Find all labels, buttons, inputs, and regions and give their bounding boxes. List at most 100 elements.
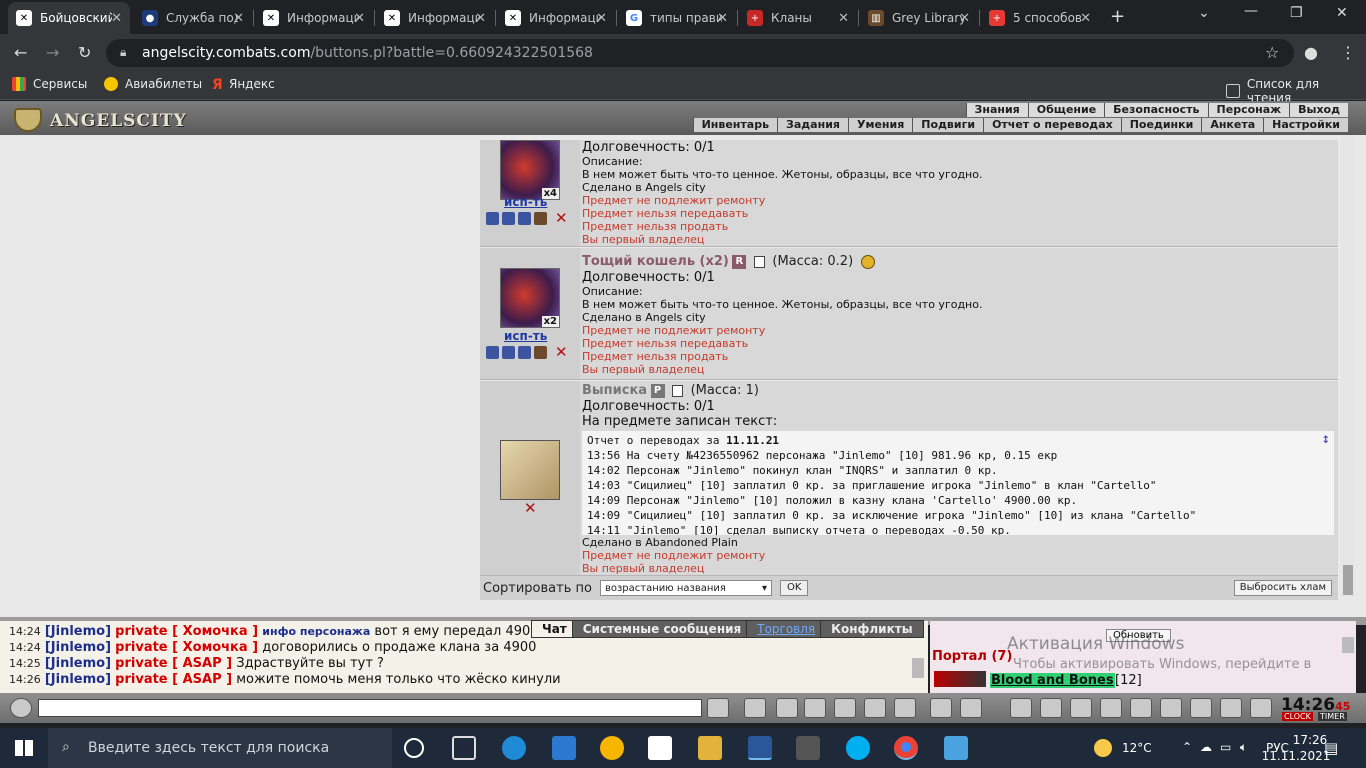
whisper-icon[interactable] (776, 698, 798, 718)
nav-character[interactable]: Персонаж (1207, 103, 1290, 117)
word-icon[interactable] (748, 736, 772, 760)
tab-info-2[interactable]: ✕ Информация ✕ (376, 2, 494, 34)
back-button[interactable]: ← (14, 43, 27, 62)
close-tab-icon[interactable]: ✕ (717, 11, 728, 26)
action-icon[interactable] (518, 345, 531, 359)
delete-item-icon[interactable]: ✕ (555, 343, 568, 361)
app-icon[interactable] (600, 736, 624, 760)
sort-select[interactable]: возрастанию названия ▾ (599, 580, 772, 596)
chat-input[interactable] (38, 699, 702, 717)
copy-icon[interactable] (672, 385, 684, 397)
use-item-link[interactable]: исп-ть (504, 329, 547, 343)
plus-icon[interactable] (1160, 698, 1182, 718)
tab-chat[interactable]: Чат (531, 620, 578, 638)
chat-sender[interactable]: [Jinlemo] (45, 624, 111, 639)
tab-google-search[interactable]: G типы правил ✕ (618, 2, 736, 34)
action-icon[interactable] (1010, 698, 1032, 718)
transfer-icon[interactable] (502, 211, 515, 225)
notepad-icon[interactable] (648, 736, 672, 760)
cortana-icon[interactable] (404, 738, 424, 758)
figure-icon[interactable] (834, 698, 856, 718)
chest-icon[interactable] (1070, 698, 1092, 718)
mail-icon[interactable] (552, 736, 576, 760)
nav-skills[interactable]: Умения (847, 118, 912, 132)
purse-image[interactable]: x4 (500, 140, 560, 200)
save-log-icon[interactable] (804, 698, 826, 718)
tab-system-messages[interactable]: Системные сообщения (571, 620, 753, 638)
discard-junk-button[interactable]: Выбросить хлам (1233, 580, 1332, 596)
restore-window-button[interactable]: ❐ (1290, 5, 1303, 21)
nav-settings[interactable]: Настройки (1263, 118, 1348, 132)
nav-security[interactable]: Безопасность (1104, 103, 1207, 117)
address-bar[interactable]: 🔒︎ angelscity.combats.com/buttons.pl?bat… (106, 39, 1294, 67)
chat-sender[interactable]: [Jinlemo] (45, 656, 111, 671)
potion-icon[interactable] (1040, 698, 1062, 718)
bookmark-services[interactable]: Сервисы (12, 77, 87, 91)
chat-sender[interactable]: [Jinlemo] (45, 672, 111, 687)
bookmark-flights[interactable]: Авиабилеты (104, 77, 202, 91)
notifications-icon[interactable]: ▤ (1324, 739, 1338, 757)
tab-trade[interactable]: Торговля (746, 620, 827, 638)
nav-communication[interactable]: Общение (1027, 103, 1104, 117)
nav-quests[interactable]: Задания (777, 118, 848, 132)
tab-support[interactable]: ● Служба поддержки ✕ (134, 2, 252, 34)
tab-conflicts[interactable]: Конфликты (820, 620, 924, 638)
nav-profile[interactable]: Анкета (1201, 118, 1263, 132)
close-tab-icon[interactable]: ✕ (959, 11, 970, 26)
emoticon-icon[interactable] (930, 698, 952, 718)
profile-icon[interactable]: ● (1304, 43, 1318, 62)
close-tab-icon[interactable]: ✕ (354, 11, 365, 26)
page-scrollbar[interactable] (1341, 135, 1355, 597)
chat-private-target[interactable]: private [ Хомочка ] (115, 624, 258, 639)
cloud-icon[interactable]: ☁ (1200, 740, 1212, 754)
use-item-link[interactable]: исп-ть (504, 195, 547, 209)
sort-ok-button[interactable]: OK (779, 580, 809, 596)
task-view-icon[interactable] (452, 736, 476, 760)
network-icon[interactable]: ▭ (1220, 740, 1231, 754)
player-icons[interactable] (934, 671, 986, 687)
photos-icon[interactable] (944, 736, 968, 760)
transfer-icon[interactable] (502, 345, 515, 359)
sound-icon[interactable] (894, 698, 916, 718)
close-tab-icon[interactable]: ✕ (111, 11, 122, 26)
chevron-up-icon[interactable]: ⌃ (1182, 740, 1192, 754)
close-tab-icon[interactable]: ✕ (1080, 11, 1091, 26)
character-info-link[interactable]: инфо персонажа (262, 625, 370, 638)
close-tab-icon[interactable]: ✕ (475, 11, 486, 26)
purse-image[interactable]: x2 (500, 268, 560, 328)
chat-sender[interactable]: [Jinlemo] (45, 640, 111, 655)
menu-icon[interactable]: ⋮ (1340, 43, 1356, 62)
exit-icon[interactable] (1250, 698, 1272, 718)
tab-5-ways[interactable]: + 5 способов ✕ (981, 2, 1099, 34)
bookmark-star-icon[interactable]: ☆ (1265, 43, 1279, 62)
edge-icon[interactable] (502, 736, 526, 760)
nav-battles[interactable]: Поединки (1120, 118, 1202, 132)
transfer-report-text[interactable]: Отчет о переводах за 11.11.21 13:56 На с… (582, 431, 1334, 535)
volume-icon[interactable]: 🔈︎ (1240, 740, 1247, 755)
timer-label[interactable]: TIMER (1318, 712, 1347, 721)
delete-item-icon[interactable]: ✕ (555, 209, 568, 227)
shirt-icon[interactable] (534, 345, 547, 359)
close-tab-icon[interactable]: ✕ (838, 11, 849, 26)
weather-icon[interactable] (1094, 739, 1112, 757)
tab-grey-library[interactable]: ▥ Grey Library ✕ (860, 2, 978, 34)
tab-info-1[interactable]: ✕ Информация ✕ (255, 2, 373, 34)
chat-scrollbar[interactable] (912, 658, 924, 678)
scroll-icon[interactable] (1100, 698, 1122, 718)
close-tab-icon[interactable]: ✕ (233, 11, 244, 26)
nav-inventory[interactable]: Инвентарь (692, 118, 777, 132)
calculator-icon[interactable] (796, 736, 820, 760)
portal-scrollbar[interactable] (1342, 637, 1354, 653)
tab-fight-club[interactable]: ✕ Бойцовский клуб ✕ (8, 2, 130, 34)
tab-info-3[interactable]: ✕ Информация ✕ (497, 2, 615, 34)
gear-icon[interactable] (1130, 698, 1152, 718)
mirror-icon[interactable] (1220, 698, 1242, 718)
tab-clans[interactable]: + Кланы ✕ (739, 2, 857, 34)
clear-icon[interactable] (744, 698, 766, 718)
close-tab-icon[interactable]: ✕ (596, 11, 607, 26)
scrollbar-thumb[interactable] (1343, 565, 1353, 595)
nav-achievements[interactable]: Подвиги (912, 118, 983, 132)
chat-private-target[interactable]: private [ Хомочка ] (115, 640, 258, 655)
nav-exit[interactable]: Выход (1289, 103, 1348, 117)
send-icon[interactable] (707, 698, 729, 718)
